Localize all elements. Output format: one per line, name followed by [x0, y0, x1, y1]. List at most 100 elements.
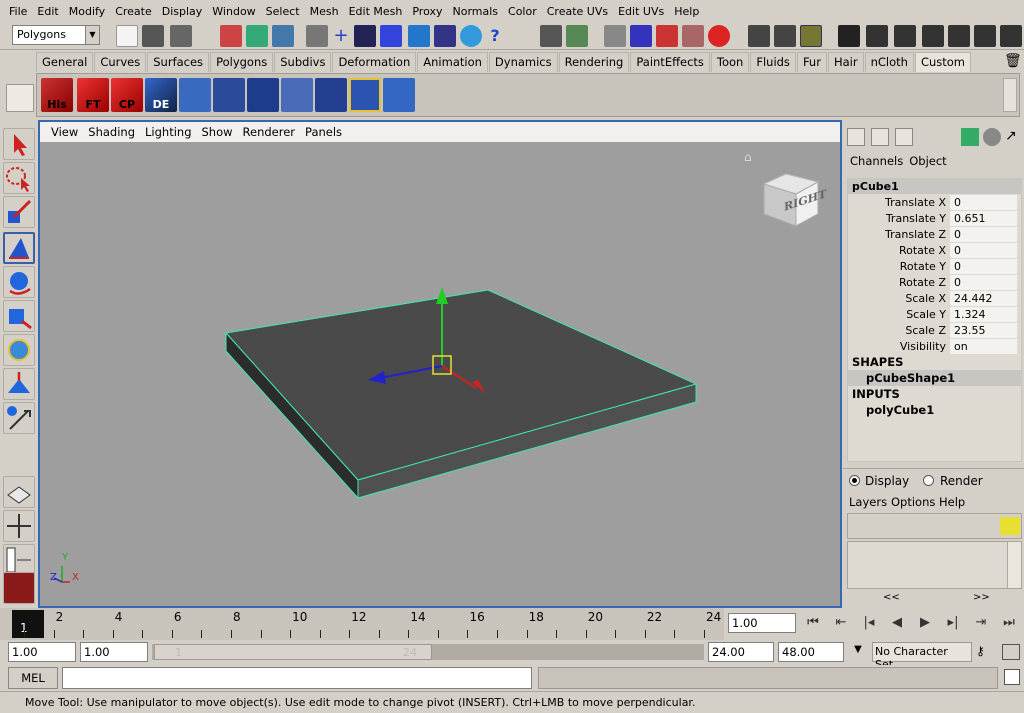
render-current-frame-icon[interactable] — [656, 25, 678, 47]
attribute-row[interactable]: Translate Z 0 — [848, 226, 1021, 242]
input-node[interactable]: polyCube1 — [848, 402, 1021, 418]
new-scene-icon[interactable] — [116, 25, 138, 47]
menu-item[interactable]: Edit Mesh — [344, 5, 408, 18]
magnet-icon[interactable] — [708, 25, 730, 47]
shelf-button-de[interactable]: DE — [145, 78, 177, 112]
append-polygon-icon[interactable] — [383, 78, 415, 112]
shelf-tab[interactable]: Polygons — [210, 52, 274, 72]
dope-sheet-icon[interactable] — [1000, 25, 1022, 47]
graph-editor-icon[interactable] — [948, 25, 970, 47]
extrude-icon[interactable] — [247, 78, 279, 112]
paint-select-tool-icon[interactable] — [3, 196, 35, 228]
shelf-tab[interactable]: Dynamics — [488, 52, 558, 72]
select-by-hierarchy-icon[interactable] — [220, 25, 242, 47]
menu-item[interactable]: Help — [669, 5, 704, 18]
menu-set-dropdown[interactable]: Polygons ▼ — [12, 25, 100, 45]
open-scene-icon[interactable] — [142, 25, 164, 47]
attribute-value[interactable]: 0 — [950, 258, 1017, 274]
render-radio[interactable] — [923, 475, 934, 486]
help-icon[interactable]: ? — [484, 25, 506, 47]
attribute-editor-layout-icon[interactable] — [871, 128, 889, 146]
step-back-frame-icon[interactable]: |◂ — [858, 612, 880, 634]
split-polygon-icon[interactable] — [213, 78, 245, 112]
attribute-value[interactable]: 23.55 — [950, 322, 1017, 338]
current-time-field[interactable]: 1.00 — [728, 613, 796, 633]
attribute-row[interactable]: Rotate Z 0 — [848, 274, 1021, 290]
layer-list[interactable] — [847, 541, 1022, 589]
shelf-button-his[interactable]: His — [41, 78, 73, 112]
mask-icon[interactable] — [306, 25, 328, 47]
four-view-layout-icon[interactable] — [3, 510, 35, 542]
pointer-arrow-icon[interactable]: ↗ — [1005, 128, 1023, 146]
viewport-menu-item[interactable]: Panels — [300, 125, 347, 139]
attribute-row[interactable]: Translate Y 0.651 — [848, 210, 1021, 226]
trash-icon[interactable]: 🗑 — [1004, 53, 1022, 71]
attribute-value[interactable]: 0 — [950, 242, 1017, 258]
playback-start-field[interactable]: 1.00 — [80, 642, 148, 662]
viewport-menu-item[interactable]: Shading — [83, 125, 140, 139]
menu-item[interactable]: Edit — [32, 5, 63, 18]
shelf-tab[interactable]: Subdivs — [274, 52, 332, 72]
snap-to-point-icon[interactable] — [408, 25, 430, 47]
shelf-button-ft[interactable]: FT — [77, 78, 109, 112]
select-by-component-icon[interactable] — [272, 25, 294, 47]
display-radio[interactable] — [849, 475, 860, 486]
tab-object[interactable]: Object — [906, 154, 949, 168]
snap-to-view-plane-icon[interactable] — [434, 25, 456, 47]
scene-view[interactable]: Y Z X ⌂ RIGHT persp — [40, 142, 840, 617]
home-icon[interactable]: ⌂ — [744, 150, 760, 164]
hypershade-icon[interactable] — [866, 25, 888, 47]
manipulator-y-arrow[interactable] — [436, 287, 448, 304]
scroll-right-button[interactable]: >> — [973, 592, 990, 603]
scroll-left-button[interactable]: << — [883, 592, 900, 603]
attribute-row[interactable]: Scale X 24.442 — [848, 290, 1021, 306]
menu-item[interactable]: Create UVs — [542, 5, 613, 18]
end-time-field[interactable]: 48.00 — [778, 642, 844, 662]
save-scene-icon[interactable] — [170, 25, 192, 47]
help-menu[interactable]: Help — [939, 495, 965, 509]
insert-edge-loop-icon[interactable] — [179, 78, 211, 112]
attribute-value[interactable]: 1.324 — [950, 306, 1017, 322]
attribute-value[interactable]: 0 — [950, 226, 1017, 242]
command-input[interactable] — [62, 667, 532, 689]
shelf-tab[interactable]: Custom — [914, 52, 971, 72]
construction-history-icon[interactable] — [630, 25, 652, 47]
go-to-end-icon[interactable]: ⏭ — [998, 612, 1020, 634]
shelf-tab[interactable]: nCloth — [864, 52, 914, 72]
shelf-tab[interactable]: Surfaces — [147, 52, 210, 72]
go-to-start-icon[interactable]: ⏮ — [802, 612, 824, 634]
shelf-tab[interactable]: PaintEffects — [630, 52, 710, 72]
show-tool-settings-icon[interactable] — [774, 25, 796, 47]
menu-item[interactable]: Mesh — [305, 5, 344, 18]
smooth-icon[interactable] — [349, 78, 381, 112]
character-set-field[interactable]: No Character Set — [872, 642, 972, 671]
object-name[interactable]: pCube1 — [848, 179, 1021, 194]
preferences-icon[interactable] — [1002, 644, 1020, 660]
shelf-tab[interactable]: Deformation — [332, 52, 417, 72]
shelf-tab[interactable]: Fluids — [750, 52, 796, 72]
universal-manipulator-icon[interactable] — [3, 334, 35, 366]
input-ops-icon[interactable] — [566, 25, 588, 47]
shelf-tab[interactable]: Fur — [796, 52, 827, 72]
key-icon[interactable]: ⚷ — [976, 644, 996, 660]
chevron-down-icon[interactable]: ▼ — [85, 26, 99, 44]
menu-item[interactable]: Normals — [447, 5, 503, 18]
menu-item[interactable]: Color — [503, 5, 542, 18]
menu-item[interactable]: File — [4, 5, 32, 18]
menu-item[interactable]: Proxy — [407, 5, 447, 18]
viewport-menu-item[interactable]: Lighting — [140, 125, 196, 139]
menu-item[interactable]: Select — [261, 5, 305, 18]
attribute-row[interactable]: Rotate X 0 — [848, 242, 1021, 258]
menu-item[interactable]: Display — [157, 5, 208, 18]
viewport-menu-item[interactable]: View — [46, 125, 83, 139]
play-backwards-icon[interactable]: ◀ — [886, 612, 908, 634]
show-manipulator-icon[interactable] — [3, 402, 35, 434]
current-frame-marker[interactable]: 1 — [12, 610, 44, 638]
attribute-row[interactable]: Visibility on — [848, 338, 1021, 354]
start-time-field[interactable]: 1.00 — [8, 642, 76, 662]
plus-icon[interactable]: + — [330, 25, 352, 47]
tab-channels[interactable]: Channels — [847, 154, 906, 168]
move-tool-icon[interactable] — [3, 232, 35, 264]
render-view-icon[interactable] — [838, 25, 860, 47]
playback-end-field[interactable]: 24.00 — [708, 642, 774, 662]
